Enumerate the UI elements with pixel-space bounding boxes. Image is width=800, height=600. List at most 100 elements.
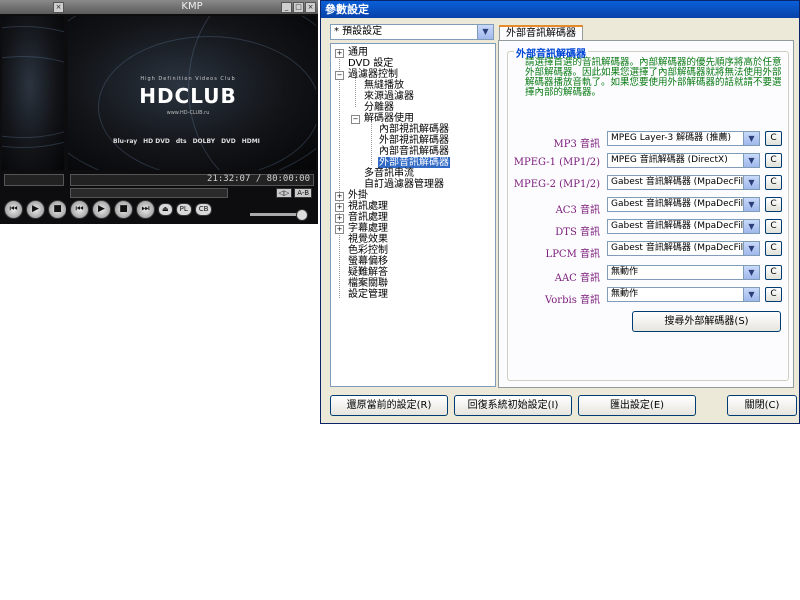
minimize-icon[interactable]: _ (281, 2, 292, 13)
config-button-aac[interactable]: C (765, 265, 782, 280)
tree-item-plugins[interactable]: 外掛 (348, 190, 368, 201)
stop-icon[interactable]: ■ (48, 200, 66, 219)
tab-external-audio[interactable]: 外部音訊解碼器 (499, 25, 583, 41)
export-settings-button[interactable]: 匯出設定(E) (578, 395, 696, 416)
chevron-down-icon[interactable]: ▼ (743, 176, 759, 189)
expand-icon[interactable]: + (335, 203, 344, 212)
expand-icon[interactable]: + (335, 214, 344, 223)
volume-knob[interactable] (296, 209, 308, 221)
config-button-dts[interactable]: C (765, 219, 782, 234)
decoder-select-mpeg1[interactable]: MPEG 音訊解碼器 (DirectX) ▼ (607, 153, 760, 168)
tree-item-external-audio[interactable]: 外部音訊解碼器 (378, 157, 450, 168)
play-icon[interactable]: ▶ (92, 200, 111, 219)
tree-item-general[interactable]: 通用 (348, 47, 368, 58)
tree-item-internal-audio[interactable]: 內部音訊解碼器 (379, 146, 449, 157)
config-button-mpeg2[interactable]: C (765, 175, 782, 190)
expand-icon[interactable]: + (335, 49, 344, 58)
expand-icon[interactable]: + (335, 225, 344, 234)
description-text: 請選擇首選的音訊解碼器。內部解碼器的優先順序將高於任意外部解碼器。因此如果您選擇… (525, 57, 782, 98)
progress-bar[interactable] (70, 188, 228, 198)
player-title: KMP (181, 1, 203, 12)
tree-item-multi-audio[interactable]: 多音訊串流 (364, 168, 414, 179)
tree-item-source-filter[interactable]: 來源過濾器 (364, 91, 414, 102)
prev-icon[interactable]: ⏮ (70, 200, 89, 219)
next-icon[interactable]: ⏭ (136, 200, 155, 219)
player-titlebar[interactable]: KMP _ □ × (66, 0, 318, 14)
chevron-down-icon[interactable]: ▼ (743, 198, 759, 211)
tree-item-internal-video[interactable]: 內部視訊解碼器 (379, 124, 449, 135)
play-icon[interactable]: ▶ (26, 200, 45, 219)
tree-item-subtitle[interactable]: 字幕處理 (348, 223, 388, 234)
tree-item-settings-mgmt[interactable]: 設定管理 (348, 289, 388, 300)
collapse-icon[interactable]: − (335, 71, 344, 80)
config-button-vorbis[interactable]: C (765, 287, 782, 302)
tree-item-audio[interactable]: 音訊處理 (348, 212, 388, 223)
search-external-decoders-button[interactable]: 搜尋外部解碼器(S) (632, 311, 781, 332)
decoder-select-lpcm[interactable]: Gabest 音訊解碼器 (MpaDecFilter.a ▼ (607, 241, 760, 256)
preset-select[interactable]: * 預設設定 ▼ (330, 24, 494, 40)
player-back-controls: ⏮ ▶ ■ (4, 200, 66, 219)
config-button-lpcm[interactable]: C (765, 241, 782, 256)
player-back-titlebar[interactable]: × (0, 0, 66, 14)
tree-item-video[interactable]: 視訊處理 (348, 201, 388, 212)
decoder-label-aac: AAC 音訊 (554, 273, 600, 284)
decoder-value: MPEG 音訊解碼器 (DirectX) (611, 155, 728, 165)
decoder-select-dts[interactable]: Gabest 音訊解碼器 (MpaDecFilter.a ▼ (607, 219, 760, 234)
decoder-value: 無動作 (611, 289, 639, 299)
config-button-ac3[interactable]: C (765, 197, 782, 212)
tree-item-color[interactable]: 色彩控制 (348, 245, 388, 256)
chevron-down-icon[interactable]: ▼ (743, 266, 759, 279)
decoder-select-vorbis[interactable]: 無動作 ▼ (607, 287, 760, 302)
control-box-button[interactable]: CB (194, 203, 213, 216)
hddvd-logo: HD DVD (143, 138, 170, 145)
prev-icon[interactable]: ⏮ (4, 200, 23, 219)
settings-dialog: 參數設定 * 預設設定 ▼ + 通用 DVD 設定 − 過濾器控制 無縫播放 來… (320, 0, 800, 424)
chevron-down-icon[interactable]: ▼ (743, 220, 759, 233)
tree-item-filter-control[interactable]: 過濾器控制 (348, 69, 398, 80)
chevron-down-icon[interactable]: ▼ (477, 25, 493, 39)
chevron-down-icon[interactable]: ▼ (743, 288, 759, 301)
tree-item-external-video[interactable]: 外部視訊解碼器 (379, 135, 449, 146)
decoder-select-ac3[interactable]: Gabest 音訊解碼器 (MpaDecFilter.a ▼ (607, 197, 760, 212)
format-logos: Blu-ray HD DVD dts DOLBY DVD HDMI (113, 138, 260, 145)
stop-icon[interactable]: ■ (114, 200, 133, 219)
decoder-select-mp3[interactable]: MPEG Layer-3 解碼器 (推薦) ▼ (607, 131, 760, 146)
decoder-label-mp3: MP3 音訊 (553, 139, 600, 150)
chevron-down-icon[interactable]: ▼ (743, 132, 759, 145)
close-icon[interactable]: × (53, 2, 64, 13)
tree-item-decoder-use[interactable]: 解碼器使用 (364, 113, 414, 124)
decoder-label-ac3: AC3 音訊 (555, 205, 600, 216)
tree-item-splitter[interactable]: 分離器 (364, 102, 394, 113)
chevron-down-icon[interactable]: ▼ (743, 242, 759, 255)
expand-icon[interactable]: + (335, 192, 344, 201)
close-button[interactable]: 關閉(C) (727, 395, 797, 416)
decoder-select-aac[interactable]: 無動作 ▼ (607, 265, 760, 280)
reset-defaults-button[interactable]: 回復系統初始設定(I) (454, 395, 572, 416)
decoder-select-mpeg2[interactable]: Gabest 音訊解碼器 (MpaDecFilter.a ▼ (607, 175, 760, 190)
dialog-title[interactable]: 參數設定 (321, 1, 799, 18)
repeat-button[interactable]: ◁▷ (275, 188, 293, 198)
video-area[interactable]: High Definition Videos Club HDCLUB www.H… (68, 16, 316, 170)
player-back-seekbar[interactable] (4, 174, 64, 186)
dolby-logo: DOLBY (192, 138, 216, 145)
chevron-down-icon[interactable]: ▼ (743, 154, 759, 167)
tree-item-dvd[interactable]: DVD 設定 (348, 58, 393, 69)
tree-item-custom-filter[interactable]: 自訂過濾器管理器 (364, 179, 444, 190)
tree-item-visual[interactable]: 視覺效果 (348, 234, 388, 245)
eject-icon[interactable]: ⏏ (158, 203, 173, 216)
tree-item-troubleshoot[interactable]: 疑難解答 (348, 267, 388, 278)
tree-item-seamless[interactable]: 無縫播放 (364, 80, 404, 91)
config-button-mpeg1[interactable]: C (765, 153, 782, 168)
restore-current-button[interactable]: 還原當前的設定(R) (330, 395, 448, 416)
playlist-button[interactable]: PL (175, 203, 192, 216)
volume-slider[interactable] (250, 209, 308, 221)
collapse-icon[interactable]: − (351, 115, 360, 124)
config-button-mp3[interactable]: C (765, 131, 782, 146)
close-icon[interactable]: × (305, 2, 316, 13)
maximize-icon[interactable]: □ (293, 2, 304, 13)
dvd-logo: DVD (221, 138, 236, 145)
ab-repeat-button[interactable]: A-B (294, 188, 312, 198)
tree-item-screen-offset[interactable]: 螢幕偏移 (348, 256, 388, 267)
player-window: KMP _ □ × High Definition Videos Club HD… (66, 0, 318, 224)
tree-item-file-assoc[interactable]: 檔案關聯 (348, 278, 388, 289)
